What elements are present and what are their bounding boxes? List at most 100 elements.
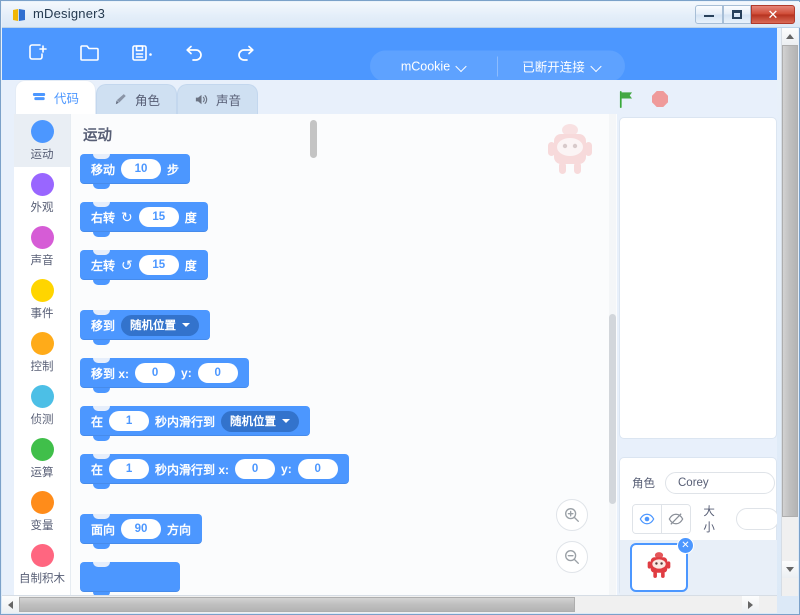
block-text: 步 xyxy=(167,161,179,178)
block-input-x[interactable]: 0 xyxy=(235,459,275,479)
minimize-button[interactable] xyxy=(695,5,723,24)
palette-vertical-scrollbar-thumb[interactable] xyxy=(609,314,616,504)
undo-icon[interactable] xyxy=(180,39,208,67)
sprite-panel: 角色 Corey xyxy=(619,457,777,596)
block-turn-right[interactable]: 右转 ↻ 15 度 xyxy=(80,202,208,232)
scroll-down-button[interactable] xyxy=(782,561,798,578)
close-button[interactable]: ✕ xyxy=(751,5,795,24)
block-point-in-direction[interactable]: 面向 90 方向 xyxy=(80,514,202,544)
block-text: 度 xyxy=(185,257,197,274)
category-sensing[interactable]: 侦测 xyxy=(14,379,70,432)
block-input-seconds[interactable]: 1 xyxy=(109,411,149,431)
block-go-to[interactable]: 移到 随机位置 xyxy=(80,310,210,340)
window-vertical-scrollbar[interactable] xyxy=(781,28,798,596)
block-dropdown-target[interactable]: 随机位置 xyxy=(221,411,299,432)
block-turn-left[interactable]: 左转 ↺ 15 度 xyxy=(80,250,208,280)
palette-scroll-thumb[interactable] xyxy=(310,120,317,158)
category-my-blocks[interactable]: 自制积木 xyxy=(14,538,70,591)
stage-canvas[interactable] xyxy=(619,117,777,439)
window-controls: ✕ xyxy=(695,5,795,24)
save-icon[interactable] xyxy=(128,39,156,67)
maximize-icon xyxy=(732,10,742,19)
sprite-thumbnail-corey[interactable]: ✕ xyxy=(630,543,688,592)
speaker-icon xyxy=(194,92,209,107)
eye-hidden-icon[interactable] xyxy=(661,505,690,533)
open-folder-icon[interactable] xyxy=(76,39,104,67)
stage-column: 角色 Corey xyxy=(618,114,777,596)
block-input-degrees[interactable]: 15 xyxy=(139,207,179,227)
block-list: 移动 10 步 右转 ↻ 15 度 左转 ↺ 1 xyxy=(80,154,349,596)
sprite-size-input[interactable] xyxy=(736,508,777,530)
tab-sounds[interactable]: 声音 xyxy=(177,84,258,114)
tab-code-label: 代码 xyxy=(54,88,79,107)
block-move-steps[interactable]: 移动 10 步 xyxy=(80,154,190,184)
block-input-y[interactable]: 0 xyxy=(298,459,338,479)
block-text: 左转 xyxy=(91,257,115,274)
device-select[interactable]: mCookie xyxy=(370,51,497,82)
new-project-icon[interactable] xyxy=(24,39,52,67)
block-go-to-xy[interactable]: 移到 x: 0 y: 0 xyxy=(80,358,249,388)
sprite-mascot-icon xyxy=(642,548,676,587)
block-text: 度 xyxy=(185,209,197,226)
chevron-down-icon xyxy=(182,323,190,327)
block-text: 面向 xyxy=(91,521,115,538)
category-variables[interactable]: 变量 xyxy=(14,485,70,538)
block-group-spacer xyxy=(80,298,349,310)
chevron-down-icon xyxy=(592,62,601,71)
mascot-watermark-icon xyxy=(537,120,603,178)
redo-icon[interactable] xyxy=(232,39,260,67)
toolbar-icon-group xyxy=(24,39,260,67)
horizontal-scrollbar-thumb[interactable] xyxy=(19,597,575,612)
delete-sprite-button[interactable]: ✕ xyxy=(677,537,694,554)
category-color-dot xyxy=(31,226,54,249)
category-looks[interactable]: 外观 xyxy=(14,167,70,220)
block-input-y[interactable]: 0 xyxy=(198,363,238,383)
tab-costumes[interactable]: 角色 xyxy=(96,84,177,114)
vertical-scrollbar-thumb[interactable] xyxy=(782,45,798,517)
paintbrush-icon xyxy=(113,92,128,107)
block-palette[interactable]: 运动 xyxy=(71,114,617,596)
category-color-dot xyxy=(31,120,54,143)
scroll-left-button[interactable] xyxy=(2,596,19,613)
sprite-name-row: 角色 Corey xyxy=(632,472,775,494)
palette-heading: 运动 xyxy=(83,124,112,145)
application-window: mDesigner3 ✕ xyxy=(0,0,800,615)
block-input-steps[interactable]: 10 xyxy=(121,159,161,179)
chevron-up-icon xyxy=(786,34,794,39)
block-text: 右转 xyxy=(91,209,115,226)
category-label: 自制积木 xyxy=(19,570,65,586)
block-glide-to-xy[interactable]: 在 1 秒内滑行到 x: 0 y: 0 xyxy=(80,454,349,484)
block-glide-to[interactable]: 在 1 秒内滑行到 随机位置 xyxy=(80,406,310,436)
tab-code[interactable]: 代码 xyxy=(15,80,96,114)
connection-status-select[interactable]: 已断开连接 xyxy=(498,51,625,82)
category-sound[interactable]: 声音 xyxy=(14,220,70,273)
category-color-dot xyxy=(31,491,54,514)
green-flag-icon[interactable] xyxy=(615,88,637,110)
scroll-up-button[interactable] xyxy=(782,28,798,45)
category-events[interactable]: 事件 xyxy=(14,273,70,326)
zoom-in-icon[interactable] xyxy=(556,499,588,531)
block-text: 方向 xyxy=(167,521,191,538)
category-motion[interactable]: 运动 xyxy=(14,114,70,167)
main-toolbar: mCookie 已断开连接 xyxy=(2,28,777,80)
stop-octagon-icon[interactable] xyxy=(649,88,671,110)
eye-visible-icon[interactable] xyxy=(633,505,661,533)
zoom-out-icon[interactable] xyxy=(556,541,588,573)
block-dropdown-target[interactable]: 随机位置 xyxy=(121,315,199,336)
category-control[interactable]: 控制 xyxy=(14,326,70,379)
block-input-direction[interactable]: 90 xyxy=(121,519,161,539)
block-text: 移到 x: xyxy=(91,365,129,382)
sprite-name-input[interactable]: Corey xyxy=(665,472,775,494)
block-input-seconds[interactable]: 1 xyxy=(109,459,149,479)
sprite-list: ✕ xyxy=(620,540,777,596)
scroll-right-button[interactable] xyxy=(742,596,759,613)
block-next-partial[interactable] xyxy=(80,562,180,592)
window-horizontal-scrollbar[interactable] xyxy=(2,595,777,613)
block-input-degrees[interactable]: 15 xyxy=(139,255,179,275)
tab-list: 代码 角色 xyxy=(15,80,258,114)
block-input-x[interactable]: 0 xyxy=(135,363,175,383)
block-text: 秒内滑行到 xyxy=(155,413,215,430)
maximize-button[interactable] xyxy=(723,5,751,24)
category-operators[interactable]: 运算 xyxy=(14,432,70,485)
chevron-down-icon xyxy=(282,419,290,423)
